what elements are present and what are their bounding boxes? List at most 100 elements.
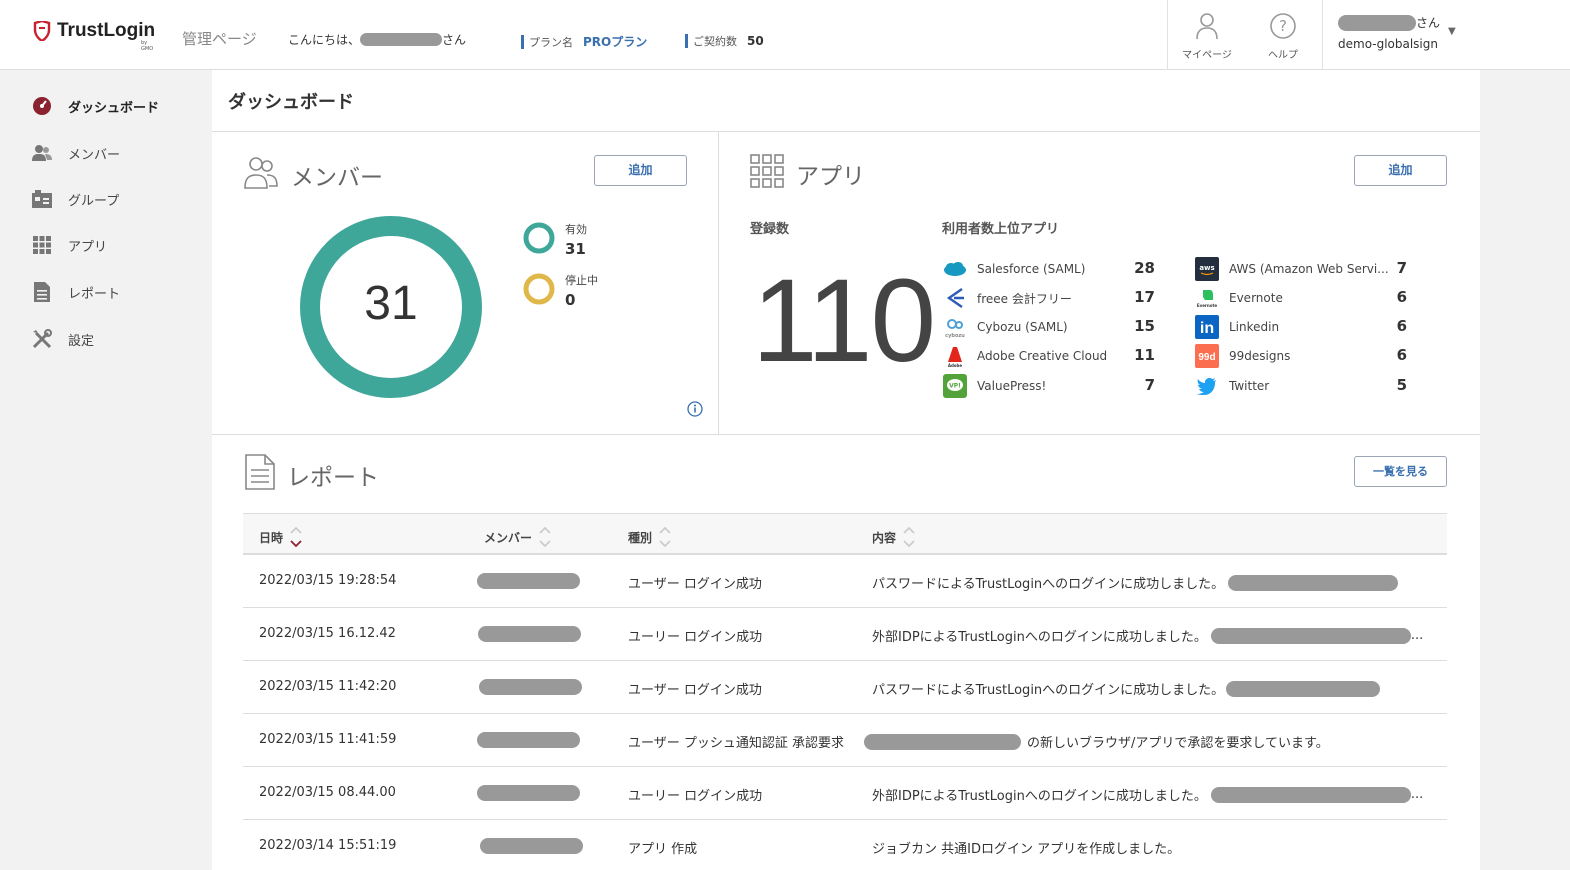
sort-desc-icon[interactable] [289, 526, 303, 548]
column-header-datetime[interactable]: 日時 [259, 526, 303, 548]
svg-text:?: ? [1279, 17, 1287, 35]
table-row[interactable]: 2022/03/15 16.12.42 ユーリー ログイン成功 外部IDPによる… [243, 608, 1447, 661]
linkedin-icon: in [1195, 315, 1219, 339]
trustlogin-logo[interactable]: TrustLogin by GMO [33, 20, 155, 52]
legend-suspended: 停止中 0 [523, 272, 598, 309]
column-label: 日時 [259, 530, 284, 545]
cell-content: ジョブカン 共通IDログイン アプリを作成しました。 [872, 838, 1180, 857]
app-row-aws[interactable]: aws AWS (Amazon Web Servi... [1195, 256, 1389, 282]
suspended-count: 0 [565, 291, 576, 309]
contract-label: ご契約数 [693, 35, 737, 48]
sidebar-item-reports[interactable]: レポート [32, 280, 120, 304]
sort-icon[interactable] [538, 526, 552, 548]
active-count: 31 [565, 240, 586, 258]
app-row-evernote[interactable]: Evernote Evernote [1195, 285, 1283, 311]
apps-title: アプリ [796, 164, 865, 190]
sidebar: ダッシュボード メンバー グループ アプリ レポート 設定 [0, 70, 212, 870]
redacted-member [477, 785, 580, 801]
redacted-detail [1210, 627, 1411, 644]
adobe-icon: Adobe [943, 344, 967, 368]
report-icon [32, 282, 52, 302]
cell-content: の新しいブラウザ/アプリで承認を要求しています。 [864, 732, 1329, 751]
app-row-valuepress[interactable]: VP! ValuePress! [943, 373, 1046, 399]
sidebar-item-label: レポート [68, 286, 121, 302]
content-text: の新しいブラウザ/アプリで承認を要求しています。 [1027, 736, 1329, 751]
top-apps-label: 利用者数上位アプリ [942, 222, 1060, 237]
svg-text:in: in [1200, 320, 1214, 336]
sort-icon[interactable] [658, 526, 672, 548]
contract-value: 50 [747, 34, 764, 48]
user-suffix: さん [1416, 16, 1441, 30]
plan-value: PROプラン [583, 35, 648, 49]
table-header: 日時 メンバー 種別 内容 [243, 513, 1447, 555]
app-count: 6 [1396, 288, 1407, 306]
sidebar-item-dashboard[interactable]: ダッシュボード [32, 94, 159, 118]
redacted-username [360, 33, 443, 46]
sidebar-item-label: ダッシュボード [68, 100, 160, 116]
sidebar-item-members[interactable]: メンバー [32, 141, 120, 165]
redacted-detail [1228, 574, 1399, 591]
column-header-content[interactable]: 内容 [872, 526, 916, 548]
table-row[interactable]: 2022/03/15 11:42:20 ユーザー ログイン成功 パスワードによる… [243, 661, 1447, 714]
cell-datetime: 2022/03/15 16.12.42 [259, 626, 396, 641]
freee-icon [943, 286, 967, 310]
admin-page-label: 管理ページ [182, 30, 257, 48]
report-section-title: レポート [245, 454, 379, 496]
app-row-cybozu[interactable]: cybozu Cybozu (SAML) [943, 314, 1068, 340]
group-icon [32, 189, 52, 209]
app-name: Salesforce (SAML) [977, 262, 1086, 276]
app-row-salesforce[interactable]: Salesforce (SAML) [943, 256, 1085, 282]
user-org: demo-globalsign [1338, 37, 1438, 51]
svg-text:Adobe: Adobe [948, 363, 963, 367]
view-all-button[interactable]: 一覧を見る [1354, 456, 1447, 487]
apps-section-title: アプリ [750, 154, 865, 194]
dashboard-icon [32, 96, 52, 116]
evernote-icon: Evernote [1195, 286, 1219, 310]
app-name: freee 会計フリー [977, 291, 1072, 306]
divider [212, 434, 1480, 435]
mypage-button[interactable]: マイページ [1169, 12, 1245, 61]
app-row-twitter[interactable]: Twitter [1195, 373, 1269, 399]
greeting-prefix: こんにちは、 [288, 33, 361, 47]
add-member-button[interactable]: 追加 [594, 155, 687, 186]
app-row-freee[interactable]: freee 会計フリー [943, 285, 1072, 311]
caret-down-icon[interactable]: ▼ [1448, 26, 1456, 37]
app-count: 11 [1134, 346, 1155, 364]
report-table: 日時 メンバー 種別 内容 2022/03/15 19:28:54 ユーザー ロ… [243, 513, 1447, 870]
app-name: 99designs [1229, 349, 1291, 363]
app-name: Adobe Creative Cloud [977, 349, 1108, 363]
cell-type: ユーリー ログイン成功 [628, 789, 763, 804]
valuepress-icon: VP! [943, 374, 967, 398]
content-text: ジョブカン 共通IDログイン アプリを作成しました。 [872, 842, 1181, 857]
sidebar-item-apps[interactable]: アプリ [32, 233, 107, 257]
header-divider [1322, 0, 1323, 70]
app-row-adobe[interactable]: Adobe Adobe Creative Cloud [943, 343, 1107, 369]
user-menu[interactable]: さん demo-globalsign ▼ [1338, 14, 1456, 51]
info-icon[interactable] [687, 401, 703, 417]
table-row[interactable]: 2022/03/15 19:28:54 ユーザー ログイン成功 パスワードによる… [243, 555, 1447, 608]
main-content: ダッシュボード メンバー 追加 31 有効 31 停止中 0 アプリ 追加 登録… [212, 70, 1480, 870]
table-row[interactable]: 2022/03/15 11:41:59 ユーザー プッシュ通知認証 承認要求 の… [243, 714, 1447, 767]
help-button[interactable]: ? ヘルプ [1245, 12, 1321, 61]
column-header-member[interactable]: メンバー [484, 526, 552, 548]
report-title: レポート [287, 465, 379, 491]
table-row[interactable]: 2022/03/15 08.44.00 ユーリー ログイン成功 外部IDPによる… [243, 767, 1447, 820]
app-row-linkedin[interactable]: in Linkedin [1195, 314, 1279, 340]
mypage-label: マイページ [1182, 50, 1232, 61]
add-app-button[interactable]: 追加 [1354, 155, 1447, 186]
cell-content: パスワードによるTrustLoginへのログインに成功しました。 [872, 679, 1381, 698]
members-outline-icon [243, 154, 279, 196]
cell-type: ユーザー ログイン成功 [628, 683, 762, 698]
help-label: ヘルプ [1268, 50, 1298, 61]
sidebar-item-groups[interactable]: グループ [32, 187, 119, 211]
column-header-type[interactable]: 種別 [628, 526, 672, 548]
svg-text:Evernote: Evernote [1197, 303, 1218, 308]
active-label: 有効 [565, 223, 587, 236]
sort-icon[interactable] [902, 526, 916, 548]
plan-info: プラン名 PROプラン [521, 33, 647, 50]
app-count: 6 [1396, 346, 1407, 364]
sidebar-item-settings[interactable]: 設定 [32, 327, 94, 351]
app-row-99designs[interactable]: 99d 99designs [1195, 343, 1290, 369]
table-row[interactable]: 2022/03/14 15:51:19 アプリ 作成 ジョブカン 共通IDログイ… [243, 820, 1447, 870]
cell-datetime: 2022/03/14 15:51:19 [259, 838, 397, 853]
